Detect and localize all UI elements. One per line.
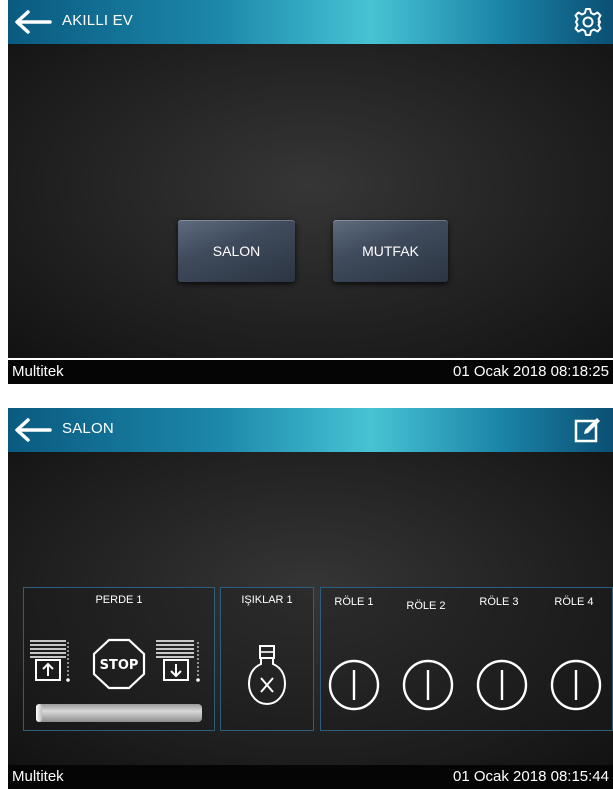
relay-2-power-icon[interactable] — [401, 658, 455, 712]
lights-panel: IŞIKLAR 1 — [220, 587, 314, 731]
page-title: SALON — [62, 420, 114, 437]
slider-handle[interactable] — [36, 704, 42, 722]
salon-screen: SALON PERDE 1 STOP IŞIKLAR 1 RÖLE 1 RÖLE… — [8, 408, 613, 789]
lights-label: IŞIKLAR 1 — [241, 594, 293, 606]
curtain-position-slider[interactable] — [36, 704, 202, 722]
relay-label-2: RÖLE 2 — [406, 600, 446, 612]
brand-label: Multitek — [12, 363, 64, 380]
room-area: SALON MUTFAK — [8, 44, 613, 358]
device-area: PERDE 1 STOP IŞIKLAR 1 RÖLE 1 RÖLE 2 RÖL… — [8, 452, 613, 766]
relay-panel: RÖLE 1 RÖLE 2 RÖLE 3 RÖLE 4 — [320, 587, 613, 731]
curtain-label: PERDE 1 — [95, 594, 143, 606]
brand-label: Multitek — [12, 768, 64, 785]
room-button-label: SALON — [212, 243, 261, 259]
relay-3-power-icon[interactable] — [475, 658, 529, 712]
top-bar: AKILLI EV — [8, 0, 613, 44]
back-arrow-icon[interactable] — [14, 417, 52, 443]
room-button-salon[interactable]: SALON — [178, 220, 295, 282]
blind-down-icon[interactable] — [154, 638, 206, 688]
stop-icon[interactable]: STOP — [92, 638, 146, 690]
back-arrow-icon[interactable] — [14, 9, 52, 35]
top-bar: SALON — [8, 408, 613, 452]
home-screen: AKILLI EV SALON MUTFAK Multitek 01 Ocak … — [8, 0, 613, 384]
relay-label-4: RÖLE 4 — [554, 596, 594, 608]
datetime-label: 01 Ocak 2018 08:15:44 — [453, 768, 609, 785]
room-button-mutfak[interactable]: MUTFAK — [333, 220, 448, 282]
relay-1-power-icon[interactable] — [327, 658, 381, 712]
status-bar: Multitek 01 Ocak 2018 08:18:25 — [8, 360, 613, 384]
room-button-label: MUTFAK — [362, 243, 419, 259]
datetime-label: 01 Ocak 2018 08:18:25 — [453, 363, 609, 380]
status-bar: Multitek 01 Ocak 2018 08:15:44 — [8, 765, 613, 789]
edit-icon[interactable] — [573, 415, 603, 445]
page-title: AKILLI EV — [62, 12, 134, 29]
light-bulb-icon[interactable] — [247, 644, 287, 706]
gear-icon[interactable] — [573, 7, 603, 37]
curtain-panel: PERDE 1 STOP — [23, 587, 215, 731]
blind-up-icon[interactable] — [28, 638, 72, 688]
svg-text:STOP: STOP — [100, 658, 139, 673]
relay-4-power-icon[interactable] — [549, 658, 603, 712]
relay-label-3: RÖLE 3 — [479, 596, 519, 608]
relay-label-1: RÖLE 1 — [334, 596, 374, 608]
